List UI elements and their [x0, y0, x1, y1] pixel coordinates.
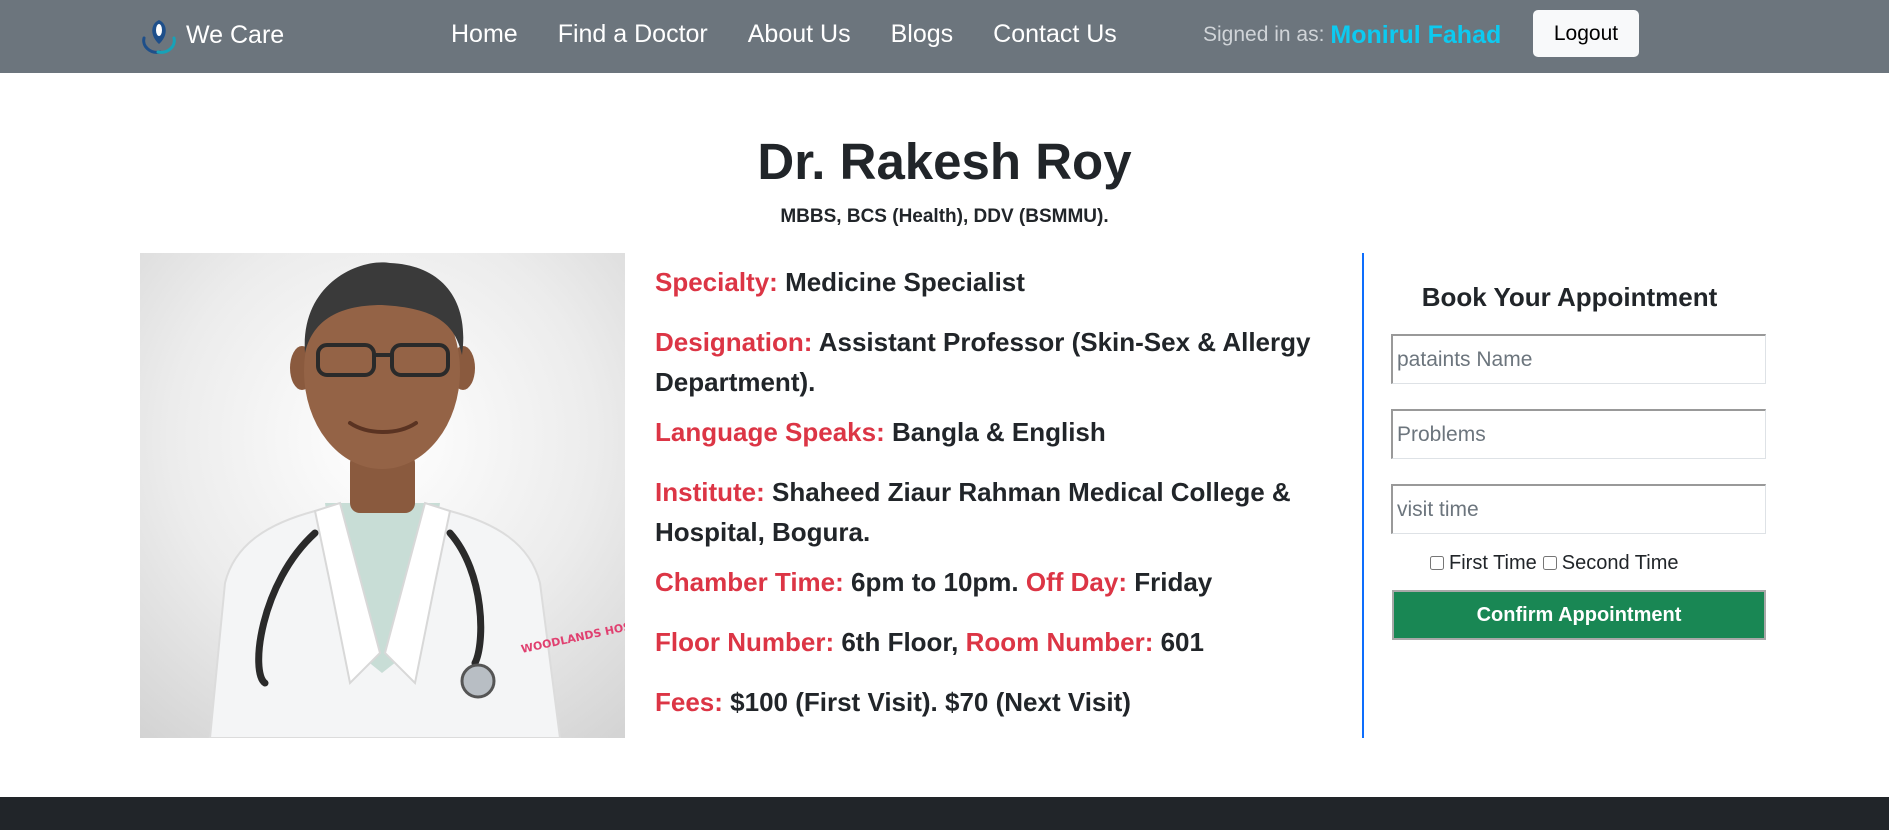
floor-label: Floor Number:: [655, 627, 835, 657]
fees-value: $100 (First Visit). $70 (Next Visit): [730, 687, 1131, 717]
designation-row: Designation: Assistant Professor (Skin-S…: [655, 322, 1310, 402]
nav-links: Home Find a Doctor About Us Blogs Contac…: [451, 16, 1117, 52]
institute-label: Institute:: [655, 477, 765, 507]
institute-value-line1: Shaheed Ziaur Rahman Medical College &: [772, 477, 1291, 507]
room-value: 601: [1160, 627, 1204, 657]
institute-row: Institute: Shaheed Ziaur Rahman Medical …: [655, 472, 1291, 552]
chamber-time-value: 6pm to 10pm.: [851, 567, 1019, 597]
chamber-time-label: Chamber Time:: [655, 567, 844, 597]
nav-about-us[interactable]: About Us: [748, 20, 851, 49]
appointment-title: Book Your Appointment: [1421, 282, 1718, 312]
brand[interactable]: We Care: [138, 12, 284, 58]
specialty-row: Specialty: Medicine Specialist: [655, 262, 1025, 302]
language-label: Language Speaks:: [655, 417, 885, 447]
footer: [0, 797, 1889, 830]
signed-in-status: Signed in as: Monirul Fahad: [1203, 20, 1501, 50]
visit-time-input[interactable]: [1391, 484, 1766, 534]
specialty-value: Medicine Specialist: [785, 267, 1025, 297]
floor-room-row: Floor Number: 6th Floor, Room Number: 60…: [655, 622, 1204, 662]
fees-label: Fees:: [655, 687, 723, 717]
doctor-name: Dr. Rakesh Roy: [757, 133, 1132, 190]
designation-value-line1: Assistant Professor (Skin-Sex & Allergy: [818, 327, 1311, 357]
nav-home[interactable]: Home: [451, 20, 518, 49]
first-time-label: First Time: [1449, 551, 1537, 574]
confirm-appointment-button[interactable]: Confirm Appointment: [1392, 590, 1766, 640]
heart-hands-logo-icon: [142, 20, 176, 54]
institute-value-line2: Hospital, Bogura.: [655, 517, 871, 547]
nav-find-a-doctor[interactable]: Find a Doctor: [558, 20, 708, 49]
brand-name: We Care: [186, 20, 285, 49]
doctor-portrait: WOODLANDS HOSPITAL: [208, 262, 625, 738]
chamber-row: Chamber Time: 6pm to 10pm. Off Day: Frid…: [655, 562, 1212, 602]
designation-label: Designation:: [655, 327, 813, 357]
specialty-label: Specialty:: [655, 267, 778, 297]
language-row: Language Speaks: Bangla & English: [655, 412, 1106, 452]
doctor-photo: WOODLANDS HOSPITAL: [140, 253, 625, 738]
designation-value-line2: Department).: [655, 367, 816, 397]
floor-value: 6th Floor,: [841, 627, 959, 657]
doctor-degrees: MBBS, BCS (Health), DDV (BSMMU).: [780, 206, 1109, 227]
fees-row: Fees: $100 (First Visit). $70 (Next Visi…: [655, 682, 1131, 722]
visit-type-checks: First Time Second Time: [1430, 550, 1685, 576]
room-label: Room Number:: [965, 627, 1154, 657]
nav-blogs[interactable]: Blogs: [891, 20, 954, 49]
first-time-checkbox[interactable]: [1430, 556, 1444, 570]
off-day-value: Friday: [1134, 567, 1213, 597]
top-navbar: We Care Home Find a Doctor About Us Blog…: [0, 0, 1889, 73]
logout-button[interactable]: Logout: [1533, 10, 1639, 57]
signed-in-user-name: Monirul Fahad: [1330, 20, 1502, 49]
patient-name-input[interactable]: [1391, 334, 1766, 384]
nav-contact-us[interactable]: Contact Us: [993, 20, 1117, 49]
off-day-label: Off Day:: [1025, 567, 1127, 597]
second-time-checkbox[interactable]: [1542, 556, 1557, 570]
signed-in-label: Signed in as:: [1203, 23, 1325, 46]
vertical-divider: [1362, 253, 1364, 738]
language-value: Bangla & English: [891, 417, 1106, 447]
second-time-label: Second Time: [1561, 551, 1679, 574]
problems-input[interactable]: [1391, 409, 1766, 459]
